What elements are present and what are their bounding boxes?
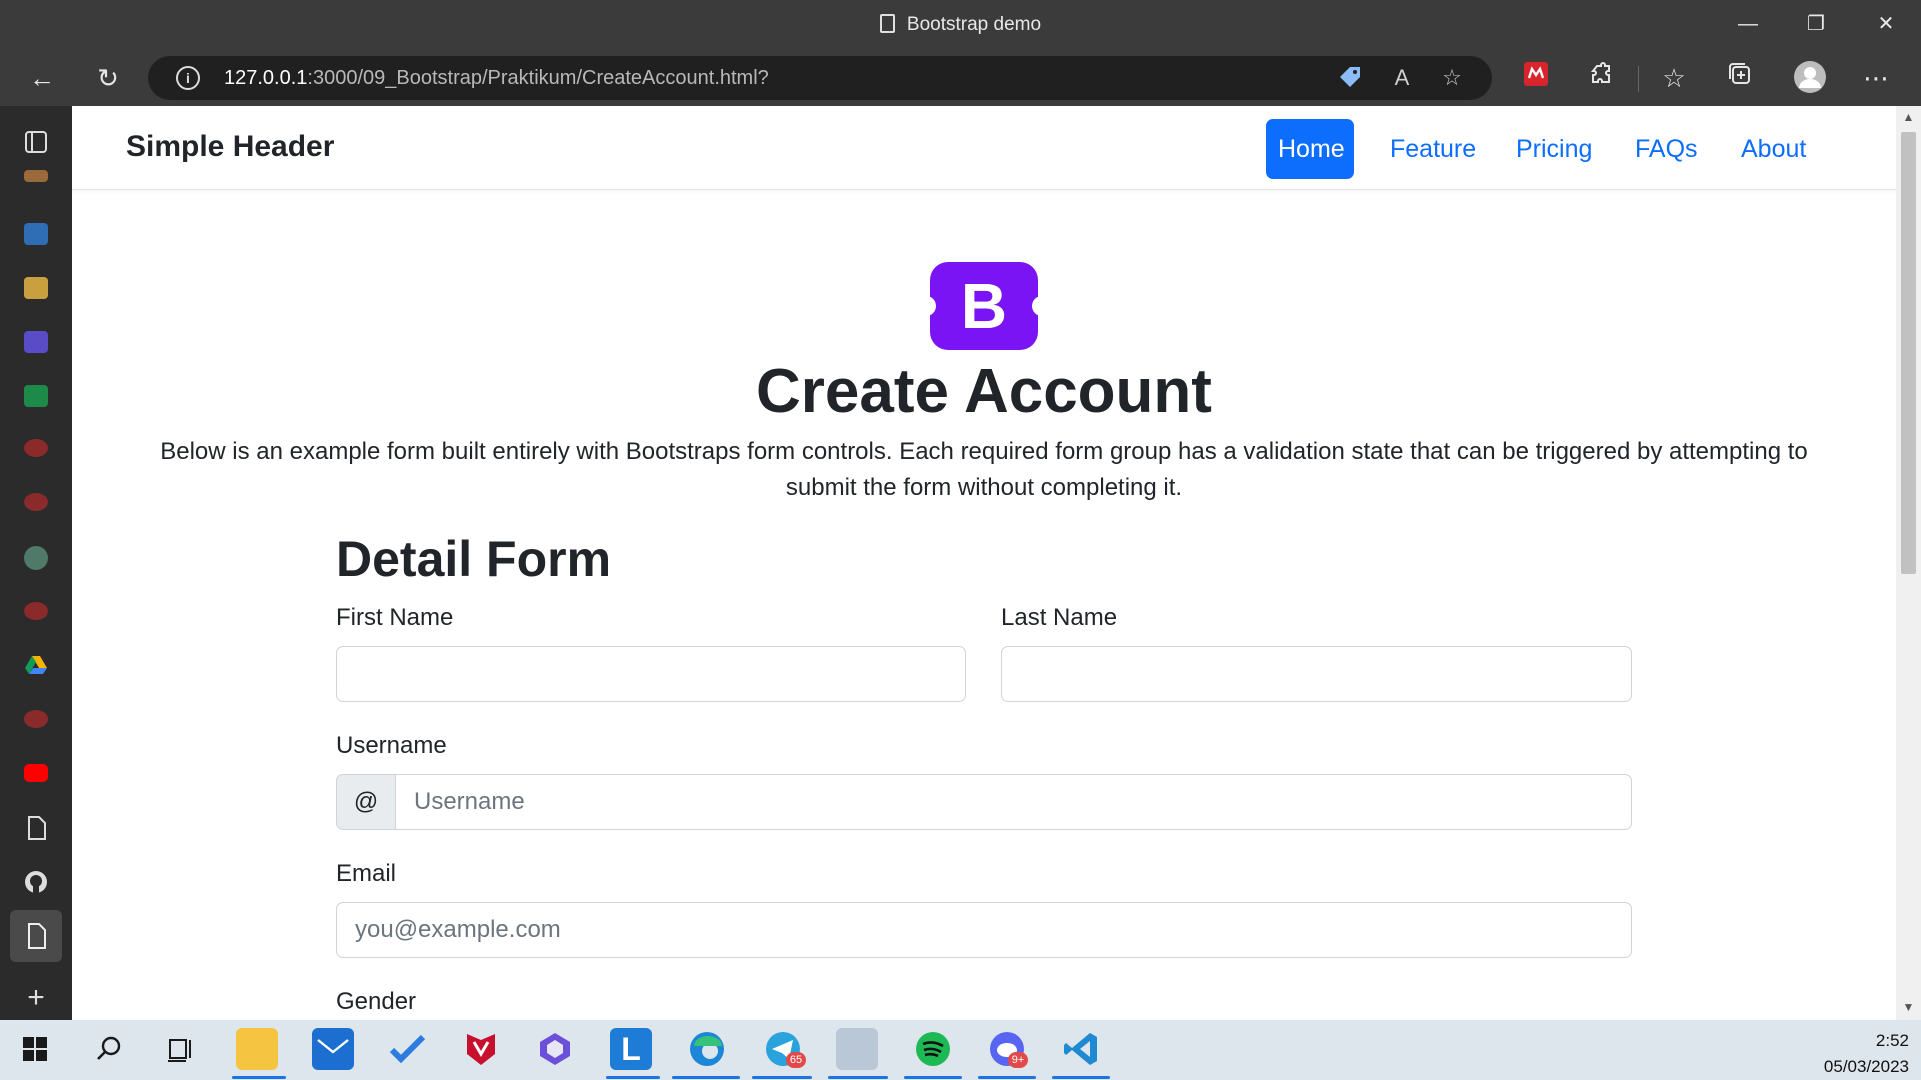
scroll-down-arrow-icon[interactable]: ▼: [1896, 1000, 1921, 1020]
extensions-icon[interactable]: [1584, 60, 1620, 96]
restore-button[interactable]: ❐: [1791, 8, 1841, 40]
file-explorer-indicator: [232, 1076, 286, 1079]
tab-favicon-laptop[interactable]: [24, 223, 48, 245]
edge-browser-icon[interactable]: [686, 1028, 728, 1070]
username-input[interactable]: Username: [395, 774, 1632, 830]
microsoft-365-icon[interactable]: [534, 1028, 576, 1070]
discord-indicator: [978, 1076, 1036, 1079]
edge-indicator: [672, 1076, 740, 1079]
form-title: Detail Form: [336, 531, 612, 587]
tab-favicon-scales[interactable]: [24, 170, 48, 182]
url-text[interactable]: 127.0.0.1:3000/09_Bootstrap/Praktikum/Cr…: [224, 67, 769, 90]
page-scrollbar[interactable]: ▲ ▼: [1896, 106, 1921, 1020]
tab-favicon-video-4[interactable]: [24, 710, 48, 728]
page-title: Create Account: [756, 357, 1212, 426]
site-brand[interactable]: Simple Header: [126, 130, 334, 164]
browser-toolbar: ← ↻ i 127.0.0.1:3000/09_Bootstrap/Prakti…: [0, 50, 1921, 106]
url-host: 127.0.0.1: [224, 67, 308, 89]
spotify-icon[interactable]: [912, 1028, 954, 1070]
bootstrap-logo-icon: B: [924, 262, 1044, 350]
email-input[interactable]: you@example.com: [336, 902, 1632, 958]
add-favorite-icon[interactable]: ☆: [1438, 64, 1466, 92]
read-aloud-icon[interactable]: A: [1388, 64, 1416, 92]
screen: Bootstrap demo — ❐ ✕ ← ↻ i 127.0.0.1:300…: [0, 0, 1921, 1080]
back-button[interactable]: ←: [24, 60, 60, 96]
clock-time: 2:52: [1875, 1031, 1909, 1050]
l-app-indicator: [606, 1076, 660, 1079]
github-icon[interactable]: [20, 866, 52, 898]
mendeley-extension-icon[interactable]: [1518, 60, 1554, 96]
tab-favicon-folder[interactable]: [24, 277, 48, 299]
last-name-input[interactable]: [1001, 646, 1632, 702]
tab-actions-icon[interactable]: [20, 126, 52, 158]
address-bar[interactable]: i 127.0.0.1:3000/09_Bootstrap/Praktikum/…: [148, 56, 1492, 100]
system-clock[interactable]: 2:52 05/03/2023: [1824, 1028, 1909, 1080]
window-title-text: Bootstrap demo: [906, 14, 1042, 35]
site-info-icon[interactable]: i: [176, 66, 200, 90]
first-name-input[interactable]: [336, 646, 966, 702]
page-lead-text: Below is an example form built entirely …: [160, 438, 1808, 501]
username-label: Username: [336, 732, 447, 759]
scrollbar-thumb[interactable]: [1901, 132, 1916, 574]
spotify-indicator: [904, 1076, 962, 1079]
tab-favicon-video-3[interactable]: [24, 602, 48, 620]
new-tab-plus-icon[interactable]: +: [20, 982, 52, 1014]
nav-link-home[interactable]: Home: [1266, 119, 1354, 179]
last-name-label: Last Name: [1001, 604, 1118, 631]
email-label: Email: [336, 860, 397, 887]
toolbar-divider: [1638, 66, 1639, 92]
clock-date: 05/03/2023: [1823, 1057, 1909, 1076]
vertical-tabs-sidebar: +: [0, 106, 72, 1020]
telegram-badge: 65: [786, 1052, 806, 1068]
l-app-icon[interactable]: L: [610, 1028, 652, 1070]
discord-badge: 9+: [1008, 1052, 1028, 1068]
mail-icon[interactable]: [312, 1028, 354, 1070]
title-bar: Bootstrap demo — ❐ ✕: [0, 0, 1921, 50]
web-page: Simple Header Home Feature Pricing FAQs …: [72, 106, 1896, 1020]
username-at-addon: @: [336, 774, 396, 830]
tab-page-icon[interactable]: [20, 812, 52, 844]
close-button[interactable]: ✕: [1861, 8, 1911, 40]
nav-link-feature[interactable]: Feature: [1378, 119, 1488, 179]
search-icon[interactable]: [88, 1028, 130, 1070]
site-navbar: Simple Header Home Feature Pricing FAQs …: [72, 106, 1896, 190]
gender-label: Gender: [336, 988, 417, 1015]
vscode-icon[interactable]: [1060, 1028, 1102, 1070]
collections-icon[interactable]: [1722, 60, 1758, 96]
nav-link-about[interactable]: About: [1729, 119, 1818, 179]
telegram-icon[interactable]: 65: [762, 1028, 806, 1070]
youtube-icon[interactable]: [24, 764, 48, 782]
minimize-button[interactable]: —: [1723, 8, 1773, 40]
tab-favicon-globe[interactable]: [24, 546, 48, 570]
mcafee-icon[interactable]: [460, 1028, 502, 1070]
tab-favicon-list[interactable]: [24, 331, 48, 353]
document-icon: [879, 14, 895, 33]
coupon-tag-icon[interactable]: [1336, 64, 1364, 92]
task-view-icon[interactable]: [160, 1028, 202, 1070]
tab-favicon-drive[interactable]: [24, 654, 48, 676]
window-title: Bootstrap demo: [0, 14, 1921, 36]
tab-current-page[interactable]: [10, 910, 62, 962]
photos-icon[interactable]: [836, 1028, 878, 1070]
windows-start-icon[interactable]: [14, 1028, 56, 1070]
scroll-up-arrow-icon[interactable]: ▲: [1896, 110, 1921, 130]
reload-button[interactable]: ↻: [90, 60, 126, 96]
discord-icon[interactable]: 9+: [986, 1028, 1028, 1070]
nav-link-faqs[interactable]: FAQs: [1623, 119, 1710, 179]
tab-favicon-video-2[interactable]: [24, 493, 48, 511]
settings-more-icon[interactable]: ⋯: [1858, 60, 1894, 96]
todo-icon[interactable]: [386, 1028, 428, 1070]
file-explorer-icon[interactable]: [236, 1028, 278, 1070]
profile-avatar[interactable]: [1792, 60, 1828, 96]
nav-link-pricing[interactable]: Pricing: [1504, 119, 1604, 179]
first-name-label: First Name: [336, 604, 454, 631]
favorites-icon[interactable]: ☆: [1656, 60, 1692, 96]
url-path: :3000/09_Bootstrap/Praktikum/CreateAccou…: [307, 67, 769, 89]
vscode-indicator: [1052, 1076, 1110, 1079]
telegram-indicator: [752, 1076, 812, 1079]
tab-favicon-video-1[interactable]: [24, 439, 48, 457]
tab-favicon-sheets[interactable]: [24, 385, 48, 407]
photos-indicator: [828, 1076, 888, 1079]
windows-taskbar: L 65 9+ 2:52 05/03/2023: [0, 1020, 1921, 1080]
